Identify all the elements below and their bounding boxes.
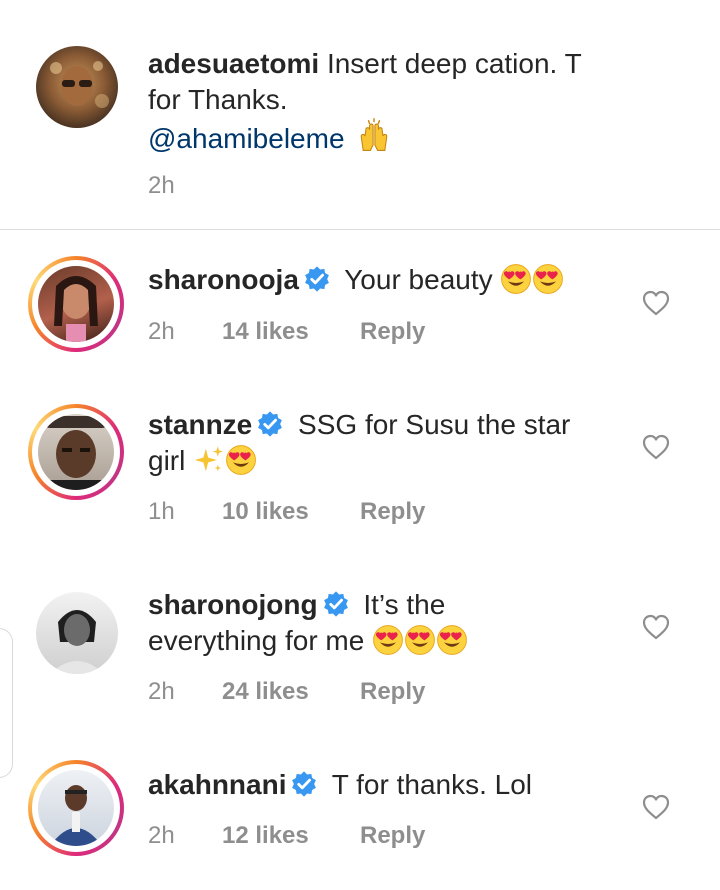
comment-text: Your beauty bbox=[344, 264, 493, 295]
heart-eyes-emoji bbox=[404, 624, 436, 656]
avatar-photo bbox=[50, 61, 109, 108]
divider bbox=[0, 229, 720, 230]
heart-eyes-emoji bbox=[532, 263, 564, 295]
reply-button[interactable]: Reply bbox=[360, 498, 425, 525]
heart-outline-icon[interactable] bbox=[641, 288, 671, 318]
reply-button[interactable]: Reply bbox=[360, 318, 425, 345]
side-handle[interactable] bbox=[0, 628, 13, 778]
caption-username[interactable]: adesuaetomi bbox=[148, 48, 319, 79]
comment-likes[interactable]: 24 likes bbox=[222, 678, 309, 705]
comment-text: T for thanks. Lol bbox=[331, 769, 533, 800]
avatar-photo bbox=[50, 610, 104, 674]
comment-text-line2: everything for me bbox=[148, 625, 365, 656]
comment-likes[interactable]: 14 likes bbox=[222, 318, 309, 345]
avatar[interactable] bbox=[28, 404, 124, 500]
verified-badge-icon bbox=[303, 265, 331, 293]
comment-username[interactable]: akahnnani bbox=[148, 769, 286, 800]
comment-time: 2h bbox=[148, 678, 175, 705]
sparkles-emoji bbox=[193, 444, 225, 476]
caption-line2: for Thanks. bbox=[148, 84, 288, 115]
comment-likes[interactable]: 10 likes bbox=[222, 498, 309, 525]
avatar[interactable] bbox=[28, 760, 124, 856]
avatar-photo bbox=[54, 276, 98, 342]
comment-text-line1: SSG for Susu the star bbox=[298, 409, 571, 440]
comment-time: 1h bbox=[148, 498, 175, 525]
caption-mention[interactable]: @ahamibeleme bbox=[148, 123, 345, 154]
heart-outline-icon[interactable] bbox=[641, 432, 671, 462]
avatar[interactable] bbox=[36, 592, 118, 674]
heart-outline-icon[interactable] bbox=[641, 792, 671, 822]
comment-likes[interactable]: 12 likes bbox=[222, 822, 309, 849]
avatar[interactable] bbox=[28, 256, 124, 352]
comment-username[interactable]: sharonojong bbox=[148, 589, 318, 620]
comment-time: 2h bbox=[148, 318, 175, 345]
avatar-photo bbox=[38, 416, 114, 490]
caption-line1: Insert deep cation. T bbox=[326, 48, 582, 79]
heart-outline-icon[interactable] bbox=[641, 612, 671, 642]
comment-time: 2h bbox=[148, 822, 175, 849]
heart-eyes-emoji bbox=[500, 263, 532, 295]
post-caption: adesuaetomi Insert deep cation. T for Th… bbox=[0, 0, 720, 228]
comment-text-line1: It’s the bbox=[363, 589, 446, 620]
heart-eyes-emoji bbox=[372, 624, 404, 656]
caption-time: 2h bbox=[148, 172, 175, 199]
verified-badge-icon bbox=[256, 410, 284, 438]
comment-username[interactable]: stannze bbox=[148, 409, 252, 440]
caption-text: adesuaetomi Insert deep cation. T for Th… bbox=[148, 46, 668, 157]
reply-button[interactable]: Reply bbox=[360, 678, 425, 705]
raising-hands-emoji bbox=[356, 118, 392, 154]
reply-button[interactable]: Reply bbox=[360, 822, 425, 849]
comment-username[interactable]: sharonooja bbox=[148, 264, 299, 295]
comment-text-line2: girl bbox=[148, 445, 186, 476]
heart-eyes-emoji bbox=[225, 444, 257, 476]
verified-badge-icon bbox=[322, 590, 350, 618]
verified-badge-icon bbox=[290, 770, 318, 798]
heart-eyes-emoji bbox=[436, 624, 468, 656]
avatar[interactable] bbox=[36, 46, 118, 128]
avatar-photo bbox=[50, 785, 102, 846]
